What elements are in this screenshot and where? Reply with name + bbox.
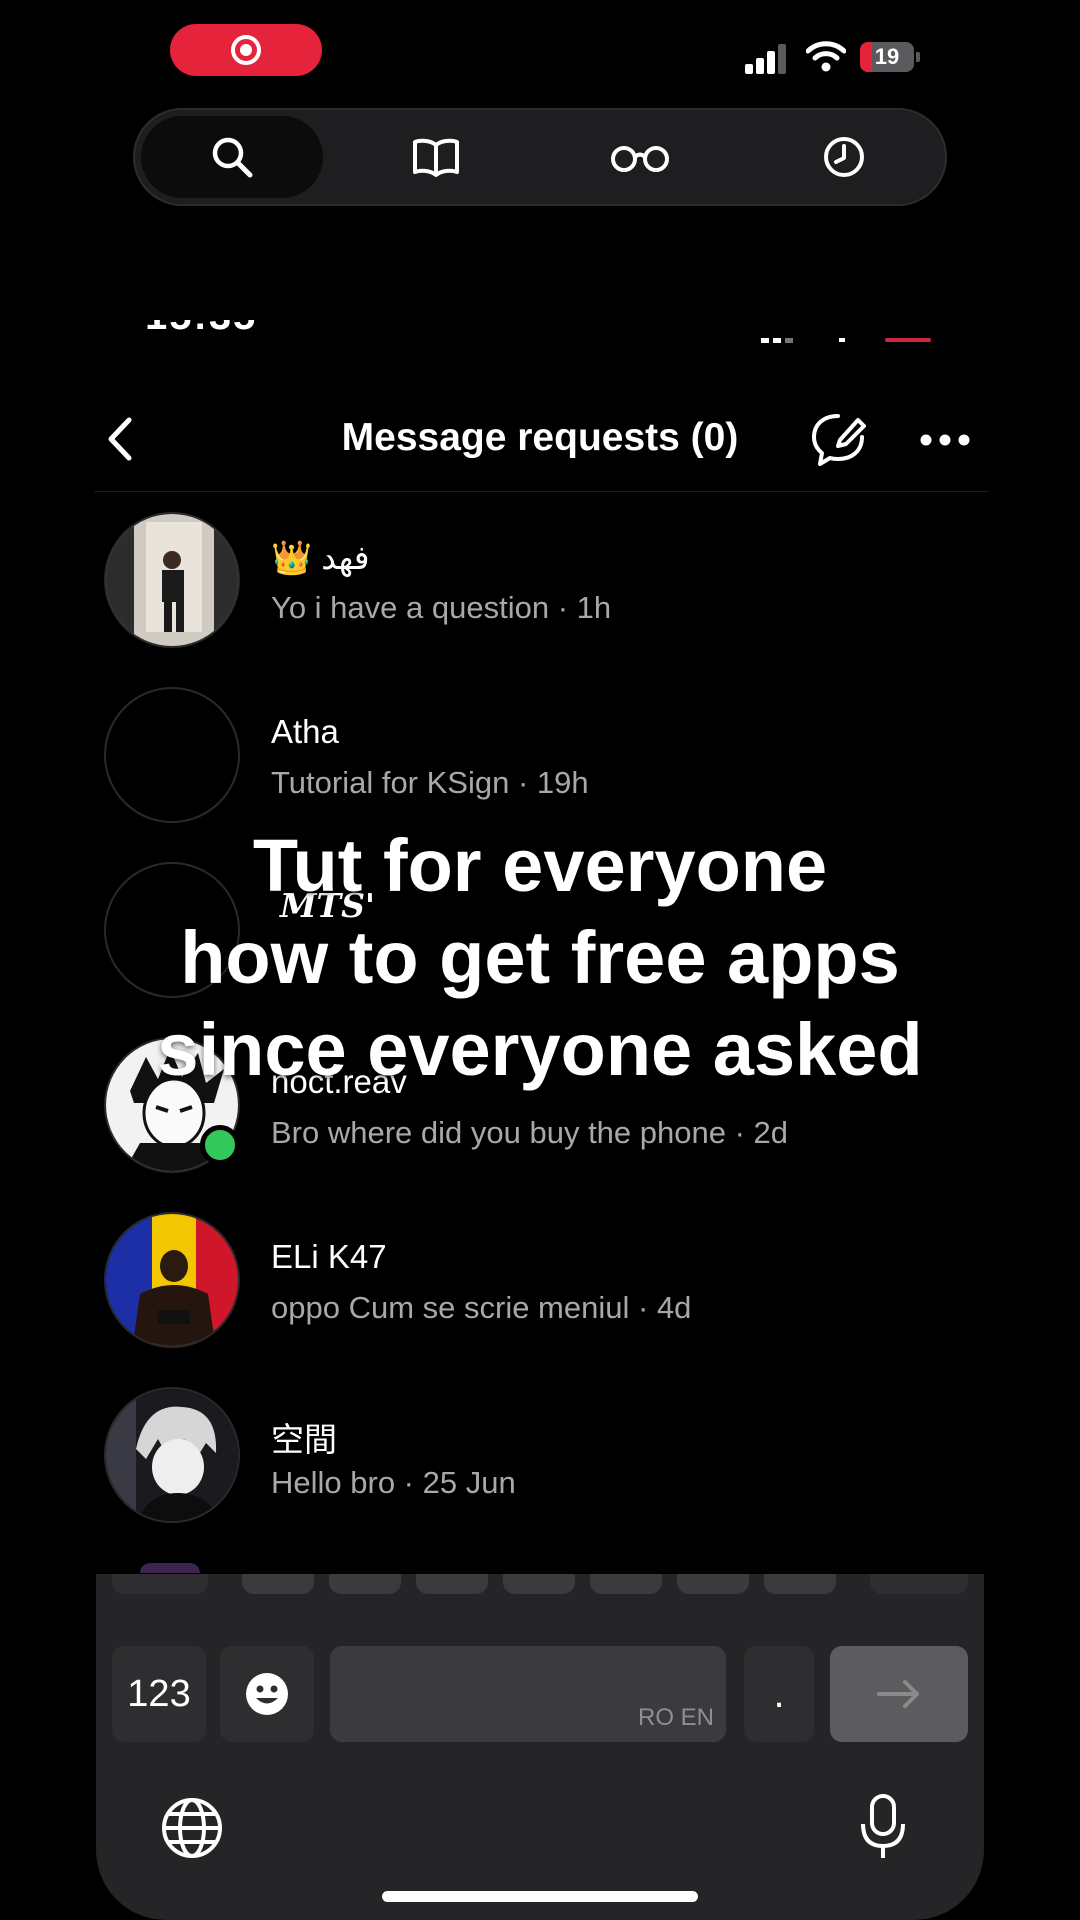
header-divider [94, 491, 989, 492]
avatar [104, 1212, 240, 1348]
globe-icon [162, 1798, 222, 1858]
toolbar-reading-list-button[interactable] [549, 116, 731, 198]
space-key[interactable]: RO EN [330, 1646, 726, 1742]
key-m[interactable]: m [764, 1574, 836, 1594]
key-x[interactable]: x [329, 1574, 401, 1594]
caption-line: since everyone asked [157, 1008, 923, 1091]
request-message-preview: Hello bro · 25 Jun [271, 1465, 516, 1500]
next-avatar-peek [140, 1563, 200, 1573]
caption-line: how to get free apps [180, 916, 900, 999]
battery-indicator: 19 [860, 42, 920, 72]
record-icon [231, 35, 261, 65]
request-message-preview: Tutorial for KSign · 19h [271, 765, 589, 800]
emoji-key[interactable] [220, 1646, 314, 1742]
inner-status-icons [761, 338, 931, 343]
shift-key[interactable] [112, 1574, 208, 1594]
request-row[interactable]: 👑 فهد Yo i have a question · 1h [104, 512, 984, 652]
battery-level: 19 [874, 44, 900, 69]
key-b[interactable]: b [590, 1574, 662, 1594]
page-title: Message requests (0) [341, 416, 739, 459]
request-message-preview: Bro where did you buy the phone · 2d [271, 1115, 789, 1150]
globe-button[interactable] [160, 1796, 224, 1860]
inner-status-time: 15:35 [145, 320, 295, 348]
cellular-signal-icon [745, 44, 786, 74]
dictation-button[interactable] [858, 1792, 908, 1862]
edit-requests-button[interactable] [808, 406, 868, 472]
more-horizontal-icon [920, 434, 970, 446]
key-c[interactable]: c [416, 1574, 488, 1594]
video-caption-overlay: Tut for everyone how to get free apps si… [80, 820, 1000, 1096]
wifi-icon [806, 41, 846, 72]
go-key[interactable] [830, 1646, 968, 1742]
delete-key[interactable] [870, 1574, 968, 1594]
key-n[interactable]: n [677, 1574, 749, 1594]
microphone-icon [861, 1794, 905, 1858]
keyboard: z x c v b n m 123 RO EN . [96, 1574, 984, 1920]
emoji-icon [246, 1673, 288, 1715]
avatar [104, 512, 240, 648]
key-v[interactable]: v [503, 1574, 575, 1594]
online-status-dot [200, 1125, 240, 1165]
caption-line: Tut for everyone [252, 824, 828, 907]
period-key[interactable]: . [744, 1646, 814, 1742]
request-row[interactable]: ELi K47 oppo Cum se scrie meniul · 4d [104, 1212, 984, 1352]
back-button[interactable] [100, 412, 140, 466]
request-row[interactable]: 空間 Hello bro · 25 Jun [104, 1387, 984, 1527]
more-options-button[interactable] [915, 420, 975, 460]
avatar [104, 1387, 240, 1523]
numbers-key[interactable]: 123 [112, 1646, 206, 1742]
floating-toolbar [133, 108, 947, 206]
toolbar-reader-button[interactable] [345, 116, 527, 198]
glasses-icon [611, 146, 669, 172]
search-icon [212, 137, 253, 178]
request-message-preview: Yo i have a question · 1h [271, 590, 612, 625]
avatar [104, 687, 240, 823]
request-sender-name: ELi K47 [271, 1238, 387, 1275]
screen-recording-indicator[interactable] [170, 24, 322, 76]
request-row[interactable]: Atha Tutorial for KSign · 19h [104, 687, 984, 827]
request-sender-name: 空間 [271, 1421, 337, 1458]
space-language-label: RO EN [637, 1704, 714, 1731]
edit-message-icon [812, 414, 866, 466]
request-sender-name: Atha [271, 713, 339, 750]
toolbar-search-button[interactable] [141, 116, 323, 198]
book-icon [413, 138, 459, 177]
key-z[interactable]: z [242, 1574, 314, 1594]
home-indicator [382, 1891, 698, 1902]
clock-icon [824, 137, 864, 177]
request-sender-name: 👑 فهد [271, 539, 370, 576]
toolbar-history-button[interactable] [753, 116, 935, 198]
chevron-left-icon [108, 417, 132, 461]
arrow-right-icon [877, 1680, 919, 1708]
request-message-preview: oppo Cum se scrie meniul · 4d [271, 1290, 692, 1325]
